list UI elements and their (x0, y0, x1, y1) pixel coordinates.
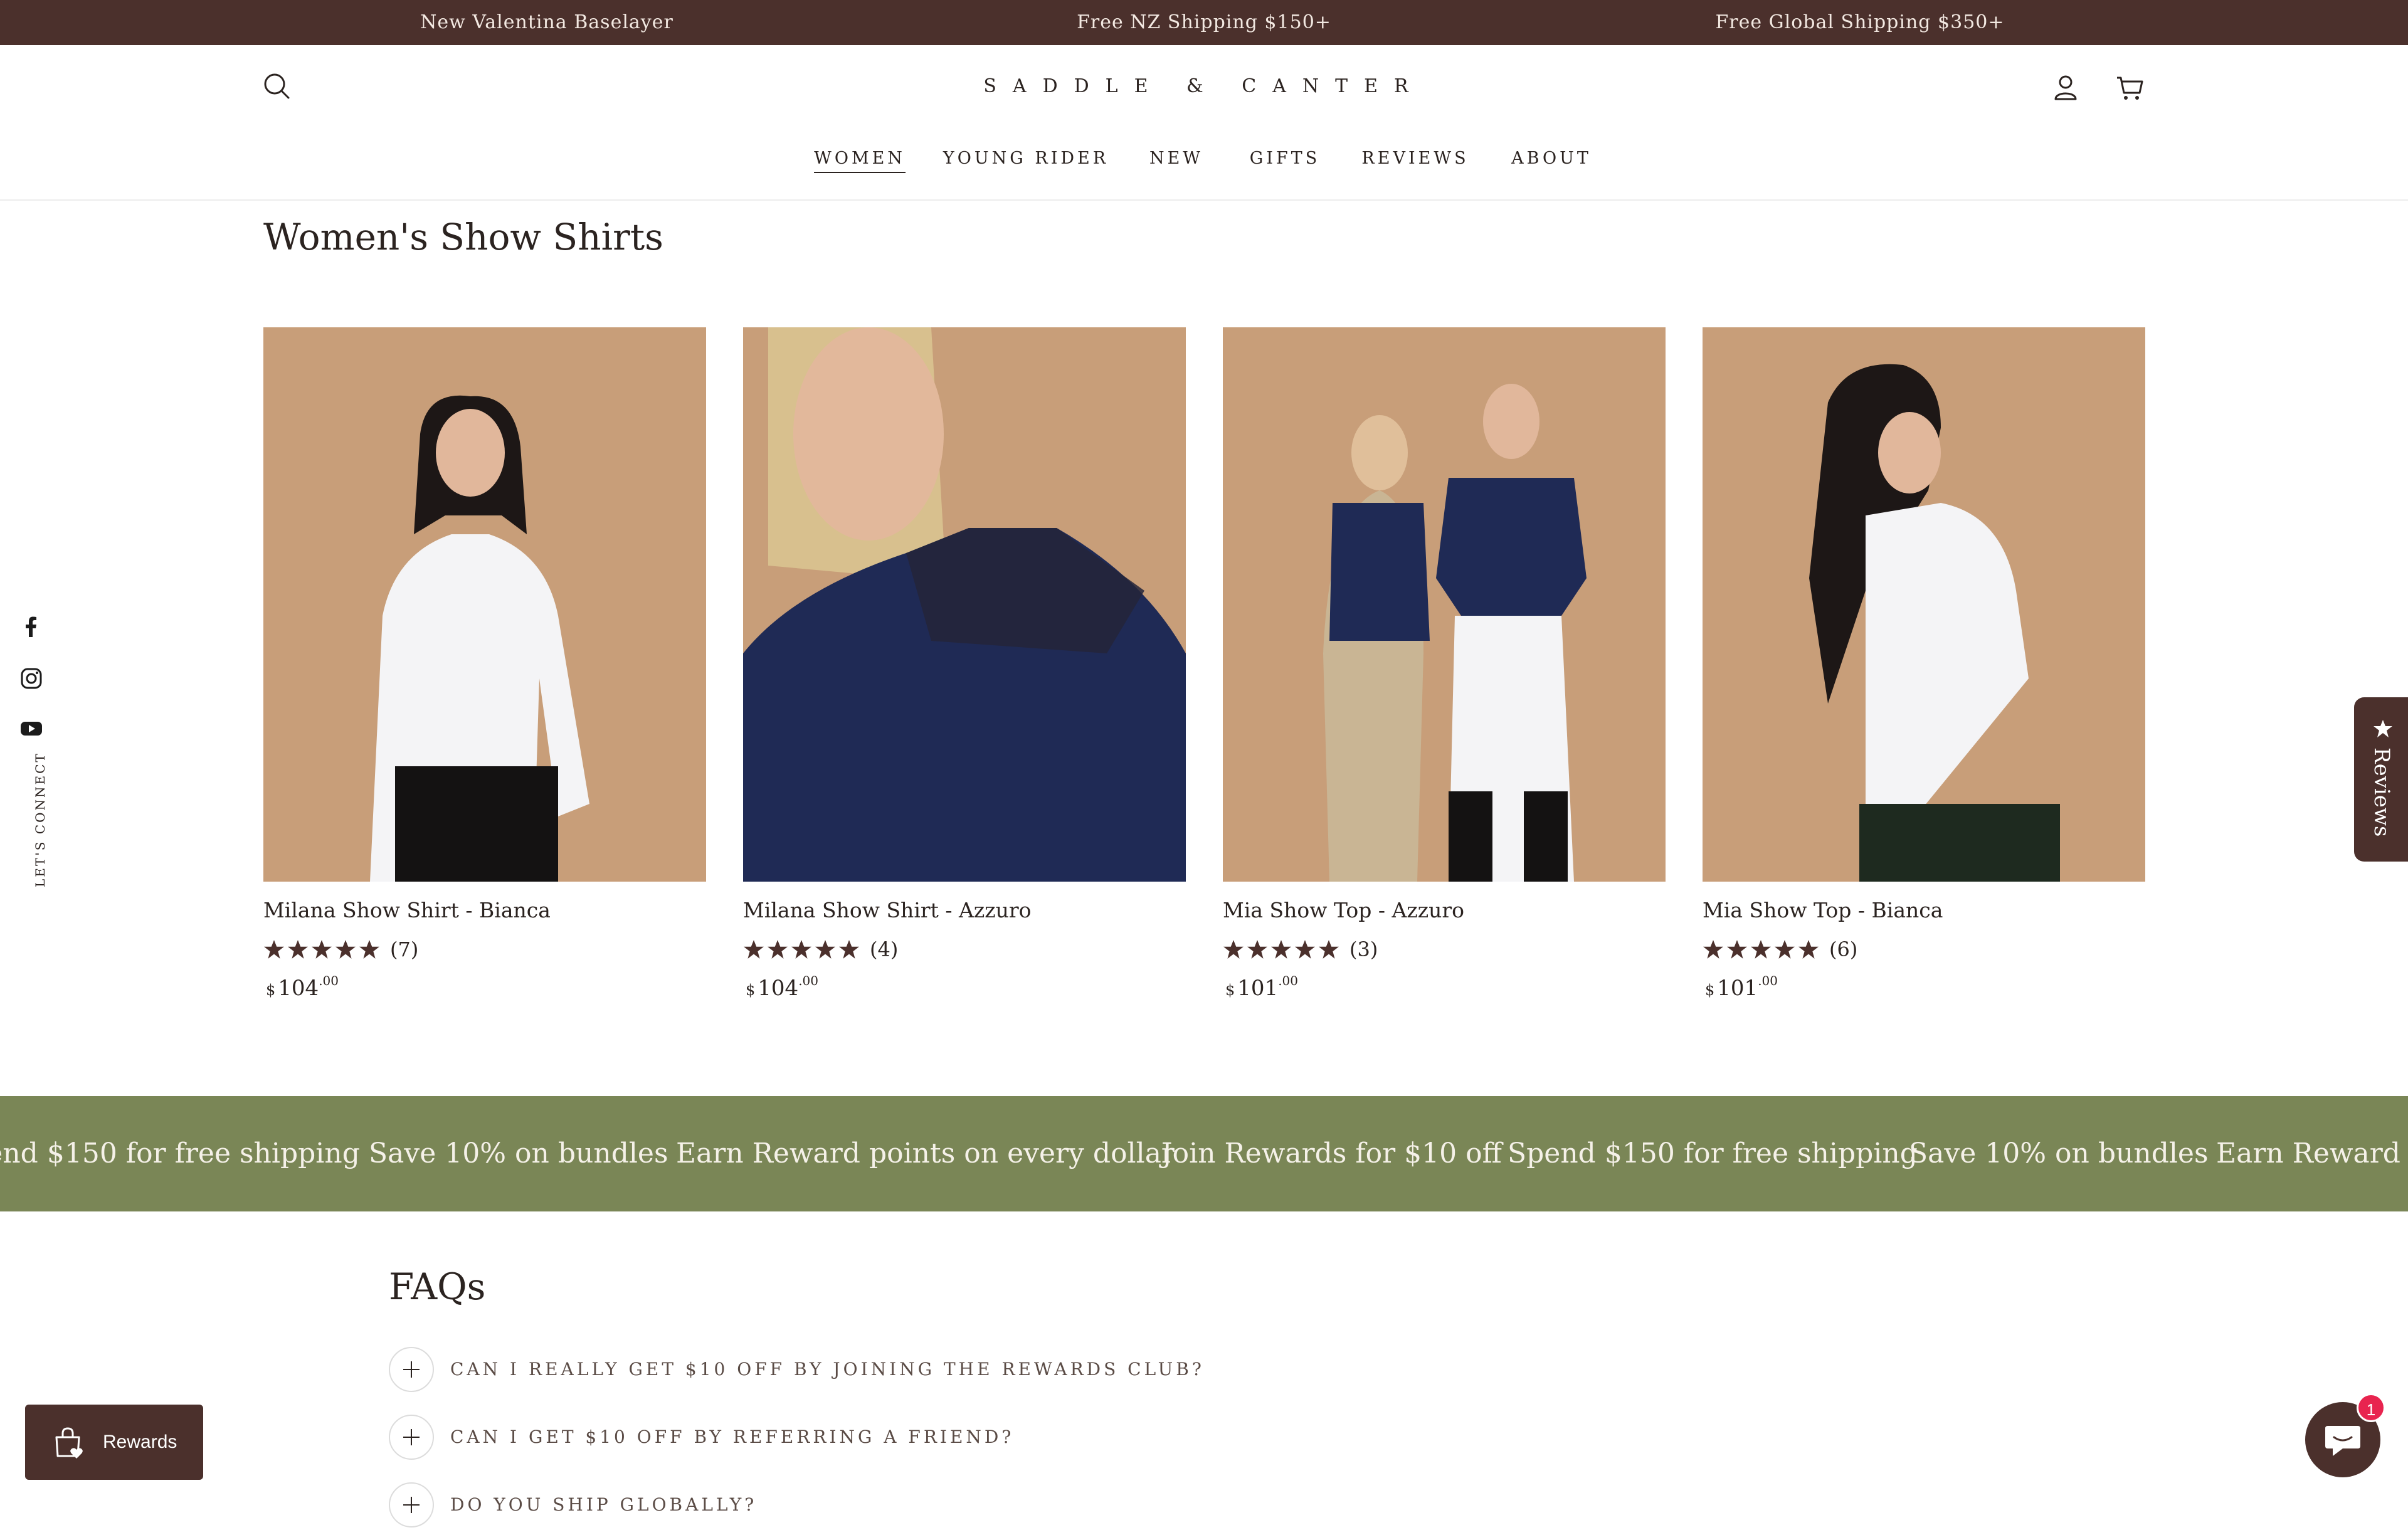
faq-item[interactable]: DO YOU SHIP GLOBALLY? (389, 1482, 1392, 1530)
star-icon (264, 940, 284, 959)
marquee-item: Earn Reward points on every dollar (676, 1137, 1175, 1169)
search-icon[interactable] (261, 70, 293, 103)
product-image[interactable] (263, 327, 706, 882)
rating-stars (1223, 939, 1339, 960)
faq-question[interactable]: DO YOU SHIP GLOBALLY? (450, 1482, 757, 1527)
product-image[interactable] (743, 327, 1186, 882)
product-card[interactable]: Milana Show Shirt - Bianca (7) $104.00 (263, 327, 706, 1005)
star-icon (312, 940, 332, 959)
product-rating: (3) (1223, 937, 1378, 962)
product-name[interactable]: Mia Show Top - Azzuro (1223, 898, 1464, 922)
review-count: (7) (390, 937, 419, 961)
star-icon (815, 940, 835, 959)
nav-item-about[interactable]: ABOUT (1511, 145, 1592, 172)
plus-icon[interactable] (389, 1482, 434, 1527)
marquee-item: Save 10% on bundles (369, 1137, 668, 1169)
star-icon (1798, 940, 1819, 959)
product-rating: (7) (263, 937, 418, 962)
star-icon (359, 940, 379, 959)
faq-question[interactable]: CAN I REALLY GET $10 OFF BY JOINING THE … (450, 1347, 1205, 1392)
nav-item-young-rider[interactable]: YOUNG RIDER (943, 145, 1109, 172)
youtube-icon[interactable] (19, 716, 44, 741)
announcement-bar: New Valentina Baselayer Free NZ Shipping… (0, 0, 2408, 45)
faq-item[interactable]: CAN I REALLY GET $10 OFF BY JOINING THE … (389, 1347, 1392, 1395)
nav-item-reviews[interactable]: REVIEWS (1361, 145, 1469, 172)
star-icon (1319, 940, 1339, 959)
cart-icon[interactable] (2113, 71, 2146, 104)
rating-stars (743, 939, 860, 960)
product-name[interactable]: Milana Show Shirt - Azzuro (743, 898, 1032, 922)
shopping-bag-heart-icon (55, 1427, 83, 1459)
marquee-item: Join Rewards for $10 off (1161, 1137, 1502, 1169)
faq-title: FAQs (389, 1265, 486, 1308)
star-icon (1703, 940, 1723, 959)
product-name[interactable]: Mia Show Top - Bianca (1703, 898, 1943, 922)
marquee-item: Earn Reward points on every dollar (2216, 1137, 2408, 1169)
plus-icon[interactable] (389, 1415, 434, 1460)
main-nav: WOMEN YOUNG RIDER NEW GIFTS REVIEWS ABOU… (0, 145, 2408, 183)
review-count: (6) (1829, 937, 1858, 961)
nav-item-women[interactable]: WOMEN (814, 145, 906, 173)
nav-item-new[interactable]: NEW (1149, 145, 1203, 172)
star-icon (1775, 940, 1795, 959)
marquee-item: Save 10% on bundles (1909, 1137, 2209, 1169)
review-count: (3) (1349, 937, 1378, 961)
product-image[interactable] (1703, 327, 2145, 882)
reviews-tab-label: Reviews (2369, 747, 2394, 837)
product-card[interactable]: Milana Show Shirt - Azzuro (4) $104.00 (743, 327, 1186, 1005)
chat-button[interactable]: 1 (2305, 1393, 2385, 1477)
star-icon (839, 940, 859, 959)
nav-item-gifts[interactable]: GIFTS (1250, 145, 1320, 172)
product-image[interactable] (1223, 327, 1666, 882)
star-icon (1271, 940, 1291, 959)
lets-connect-label: LET'S CONNECT (33, 752, 48, 887)
star-icon (288, 940, 308, 959)
star-icon (2374, 720, 2392, 737)
star-icon (1751, 940, 1771, 959)
promo-marquee: Spend $150 for free shipping Save 10% on… (0, 1096, 2408, 1211)
rewards-button[interactable]: Rewards (25, 1405, 203, 1480)
star-icon (1295, 940, 1315, 959)
star-icon (1223, 940, 1244, 959)
announcement-item[interactable]: Free Global Shipping $350+ (1715, 0, 2004, 45)
marquee-item: Spend $150 for free shipping (1508, 1137, 1918, 1169)
chat-icon (2325, 1426, 2360, 1456)
product-rating: (6) (1703, 937, 1857, 962)
notification-badge: 1 (2357, 1393, 2385, 1422)
page-title: Women's Show Shirts (263, 216, 663, 258)
product-rating: (4) (743, 937, 898, 962)
reviews-tab[interactable]: Reviews (2354, 697, 2408, 862)
announcement-item[interactable]: New Valentina Baselayer (420, 0, 673, 45)
product-name[interactable]: Milana Show Shirt - Bianca (263, 898, 551, 922)
product-price: $101.00 (1705, 973, 1778, 1001)
star-icon (335, 940, 356, 959)
star-icon (1727, 940, 1747, 959)
facebook-icon[interactable] (19, 615, 44, 640)
star-icon (1247, 940, 1267, 959)
plus-icon[interactable] (389, 1347, 434, 1392)
rating-stars (263, 939, 380, 960)
star-icon (744, 940, 764, 959)
product-card[interactable]: Mia Show Top - Bianca (6) $101.00 (1703, 327, 2145, 1005)
account-icon[interactable] (2049, 71, 2082, 104)
rewards-label: Rewards (103, 1432, 177, 1452)
faq-item[interactable]: CAN I GET $10 OFF BY REFERRING A FRIEND? (389, 1415, 1392, 1462)
review-count: (4) (870, 937, 899, 961)
product-price: $104.00 (746, 973, 818, 1001)
marquee-item: Spend $150 for free shipping (0, 1137, 360, 1169)
rating-stars (1703, 939, 1819, 960)
product-price: $101.00 (1225, 973, 1298, 1001)
instagram-icon[interactable] (19, 666, 44, 691)
star-icon (768, 940, 788, 959)
product-card[interactable]: Mia Show Top - Azzuro (3) $101.00 (1223, 327, 1666, 1005)
product-price: $104.00 (266, 973, 339, 1001)
faq-question[interactable]: CAN I GET $10 OFF BY REFERRING A FRIEND? (450, 1415, 1014, 1460)
site-header: SADDLE & CANTER WOMEN YOUNG RIDER NEW GI… (0, 45, 2408, 201)
star-icon (791, 940, 811, 959)
site-logo[interactable]: SADDLE & CANTER (983, 75, 1424, 97)
announcement-item[interactable]: Free NZ Shipping $150+ (1077, 0, 1331, 45)
